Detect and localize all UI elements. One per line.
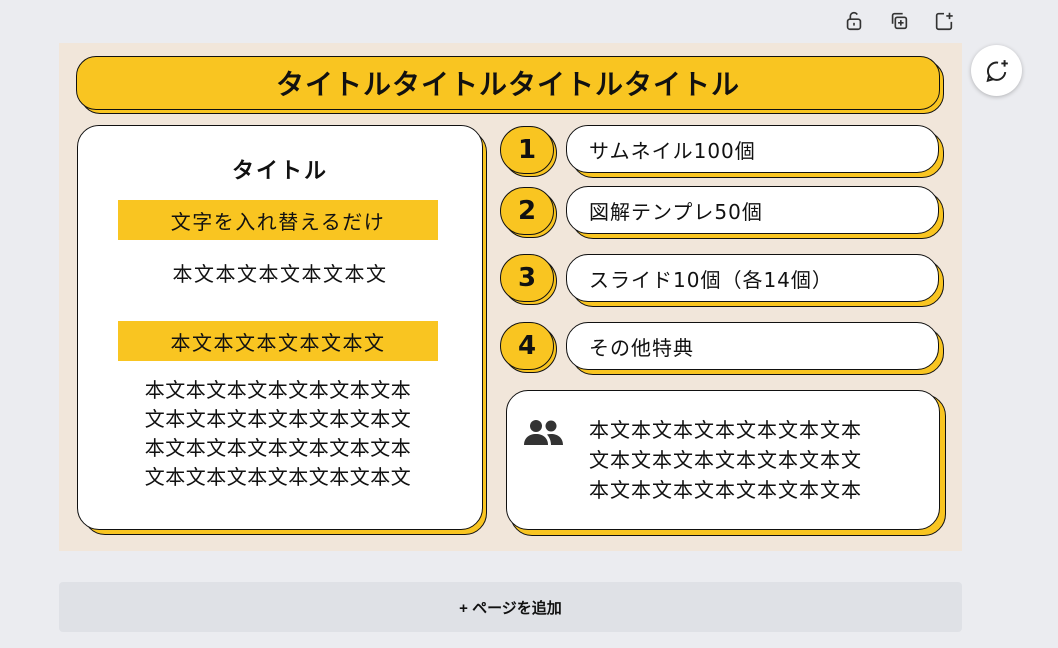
bottom-paragraph-line: 文本文本文本文本文本文本文	[589, 448, 862, 472]
left-paragraph-line: 本文本文本文本文本文本文本	[144, 436, 412, 460]
left-card[interactable]: タイトル 文字を入れ替えるだけ 本文本文本文本文本文 本文本文本文本文本文 本文…	[77, 125, 483, 530]
duplicate-icon[interactable]	[887, 9, 911, 33]
number-badge-3[interactable]: 3	[500, 254, 554, 302]
title-bar[interactable]: タイトルタイトルタイトルタイトル	[76, 56, 940, 110]
bottom-card[interactable]: 本文本文本文本文本文本文本 文本文本文本文本文本文本文 本文本文本文本文本文本文…	[506, 390, 940, 530]
left-paragraph-line: 文本文本文本文本文本文本文	[144, 465, 412, 489]
left-paragraph-line: 本文本文本文本文本文本文本	[144, 378, 412, 402]
comment-plus-icon	[985, 59, 1008, 82]
left-band-2[interactable]: 本文本文本文本文本文	[118, 321, 438, 361]
add-page-icon[interactable]	[932, 9, 956, 33]
people-icon	[524, 420, 563, 445]
bottom-paragraph[interactable]: 本文本文本文本文本文本文本 文本文本文本文本文本文本文 本文本文本文本文本文本文…	[589, 415, 862, 505]
bottom-paragraph-line: 本文本文本文本文本文本文本	[589, 418, 862, 442]
lock-open-icon[interactable]	[842, 9, 866, 33]
add-page-button[interactable]: + ページを追加	[59, 582, 962, 632]
left-paragraph[interactable]: 本文本文本文本文本文本文本 文本文本文本文本文本文本文 本文本文本文本文本文本文…	[118, 376, 438, 492]
left-body-line[interactable]: 本文本文本文本文本文	[78, 258, 482, 287]
left-band-1[interactable]: 文字を入れ替えるだけ	[118, 200, 438, 240]
item-box-4[interactable]: その他特典	[566, 322, 939, 370]
item-box-3[interactable]: スライド10個（各14個）	[566, 254, 939, 302]
left-paragraph-line: 文本文本文本文本文本文本文	[144, 407, 412, 431]
left-card-heading[interactable]: タイトル	[78, 153, 482, 185]
number-badge-4[interactable]: 4	[500, 322, 554, 370]
item-box-2[interactable]: 図解テンプレ50個	[566, 186, 939, 234]
number-badge-1[interactable]: 1	[500, 126, 554, 174]
bottom-paragraph-line: 本文本文本文本文本文本文本	[589, 478, 862, 502]
slide-canvas[interactable]: タイトルタイトルタイトルタイトル タイトル 文字を入れ替えるだけ 本文本文本文本…	[59, 43, 962, 551]
slide-title[interactable]: タイトルタイトルタイトルタイトル	[276, 63, 740, 103]
number-badge-2[interactable]: 2	[500, 187, 554, 235]
item-box-1[interactable]: サムネイル100個	[566, 125, 939, 173]
add-comment-button[interactable]	[971, 45, 1022, 96]
